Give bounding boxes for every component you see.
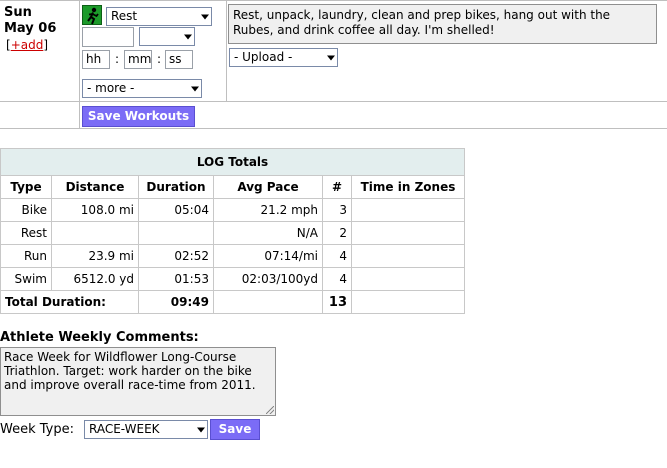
row-pace: 07:14/mi — [213, 244, 323, 268]
chevron-down-icon — [191, 86, 199, 91]
chevron-down-icon — [201, 14, 209, 19]
weekly-comments-textarea[interactable]: Race Week for Wildflower Long-Course Tri… — [0, 347, 276, 416]
upload-select[interactable]: - Upload - — [229, 48, 338, 67]
row-type: Run — [0, 244, 52, 268]
total-duration-label: Total Duration: — [0, 290, 139, 314]
week-type-label: Week Type: — [0, 422, 74, 437]
add-workout-link[interactable]: +add — [11, 38, 44, 52]
chevron-down-icon — [327, 55, 335, 60]
chevron-down-icon — [197, 427, 205, 432]
minutes-placeholder: mm — [128, 52, 152, 66]
more-select[interactable]: - more - — [82, 79, 202, 98]
table-row: Rest N/A 2 — [0, 221, 465, 245]
chevron-down-icon — [184, 34, 192, 39]
distance-input[interactable] — [82, 27, 134, 47]
more-select-value: - more - — [87, 81, 135, 95]
table-row: Run 23.9 mi 02:52 07:14/mi 4 — [0, 244, 465, 268]
row-pace: N/A — [213, 221, 323, 245]
weekly-comments-title: Athlete Weekly Comments: — [0, 330, 199, 345]
row-type: Bike — [0, 198, 52, 222]
upload-select-value: - Upload - — [234, 50, 293, 64]
row-duration: 02:52 — [138, 244, 214, 268]
runner-icon — [82, 5, 102, 25]
row-count: 2 — [322, 221, 352, 245]
table-row: Bike 108.0 mi 05:04 21.2 mph 3 — [0, 198, 465, 222]
total-duration-value: 09:49 — [138, 290, 214, 314]
total-zones-empty — [351, 290, 465, 314]
col-header-type: Type — [0, 175, 52, 199]
resize-grip-icon[interactable] — [266, 406, 274, 414]
week-type-select-value: RACE-WEEK — [89, 422, 160, 436]
add-link-wrap: [+add] — [6, 38, 48, 52]
hours-input[interactable]: hh — [82, 50, 110, 69]
total-row: Total Duration: 09:49 13 — [0, 290, 465, 314]
time-separator: : — [157, 52, 162, 66]
total-pace-empty — [213, 290, 323, 314]
minutes-input[interactable]: mm — [124, 50, 152, 69]
time-separator: : — [115, 52, 120, 66]
row-count: 4 — [322, 244, 352, 268]
day-weekday: Sun — [4, 5, 32, 20]
log-totals-table: LOG Totals Type Distance Duration Avg Pa… — [0, 148, 465, 314]
col-header-avg-pace: Avg Pace — [213, 175, 323, 199]
col-header-time-in-zones: Time in Zones — [351, 175, 465, 199]
add-close-bracket: ] — [43, 38, 49, 52]
row-distance: 6512.0 yd — [51, 267, 139, 291]
week-type-save-button[interactable]: Save — [210, 419, 260, 440]
col-header-distance: Distance — [51, 175, 139, 199]
row-distance — [51, 221, 139, 245]
workout-notes-text: Rest, unpack, laundry, clean and prep bi… — [233, 8, 611, 37]
table-row: Swim 6512.0 yd 01:53 02:03/100yd 4 — [0, 267, 465, 291]
day-date: May 06 — [4, 21, 57, 36]
row-count: 4 — [322, 267, 352, 291]
row-type: Swim — [0, 267, 52, 291]
row-pace: 02:03/100yd — [213, 267, 323, 291]
weekly-comments-text: Race Week for Wildflower Long-Course Tri… — [4, 350, 256, 392]
row-distance: 108.0 mi — [51, 198, 139, 222]
row-zones — [351, 198, 465, 222]
row-zones — [351, 267, 465, 291]
seconds-input[interactable]: ss — [165, 50, 193, 69]
activity-select-value: Rest — [111, 9, 138, 23]
row-count: 3 — [322, 198, 352, 222]
row-duration — [138, 221, 214, 245]
row-type: Rest — [0, 221, 52, 245]
save-workouts-button[interactable]: Save Workouts — [82, 106, 195, 127]
total-count-value: 13 — [322, 290, 352, 314]
week-type-select[interactable]: RACE-WEEK — [84, 420, 208, 439]
empty-cell — [0, 101, 80, 129]
row-distance: 23.9 mi — [51, 244, 139, 268]
row-duration: 05:04 — [138, 198, 214, 222]
unit-select[interactable] — [139, 27, 195, 46]
workout-notes-textarea[interactable]: Rest, unpack, laundry, clean and prep bi… — [228, 4, 657, 44]
activity-select[interactable]: Rest — [106, 7, 212, 26]
hours-placeholder: hh — [86, 52, 102, 66]
row-duration: 01:53 — [138, 267, 214, 291]
row-zones — [351, 244, 465, 268]
log-totals-title: LOG Totals — [0, 148, 465, 176]
seconds-placeholder: ss — [169, 52, 182, 66]
row-pace: 21.2 mph — [213, 198, 323, 222]
col-header-count: # — [322, 175, 352, 199]
col-header-duration: Duration — [138, 175, 214, 199]
row-zones — [351, 221, 465, 245]
